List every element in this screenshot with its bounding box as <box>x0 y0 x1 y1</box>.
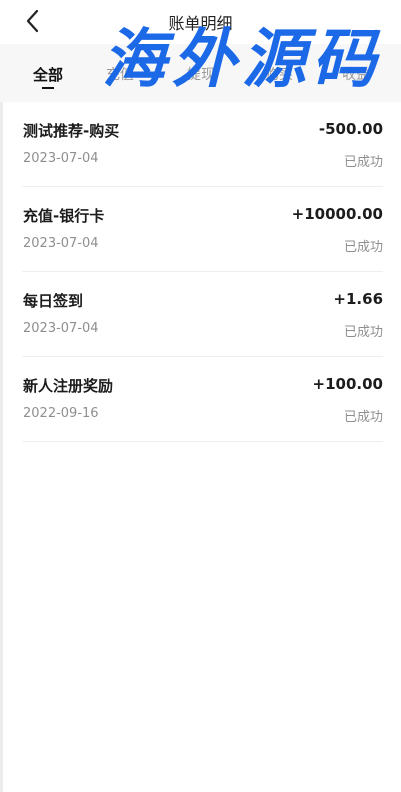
transaction-name: 新人注册奖励 <box>23 377 114 395</box>
filter-tabs: 全部 充值 提现 购买 收益 <box>0 44 401 102</box>
list-item[interactable]: 充值-银行卡 +10000.00 2023-07-04 已成功 <box>22 187 383 272</box>
list-item[interactable]: 每日签到 +1.66 2023-07-04 已成功 <box>22 272 383 357</box>
tab-withdraw[interactable]: 提现 <box>187 64 215 84</box>
tab-earnings[interactable]: 收益 <box>342 64 370 84</box>
transaction-amount: +1.66 <box>333 290 383 308</box>
transaction-name: 每日签到 <box>23 292 84 310</box>
transaction-amount: +100.00 <box>312 375 383 393</box>
transaction-amount: -500.00 <box>318 120 383 138</box>
status-badge: 已成功 <box>343 325 383 340</box>
transaction-date: 2023-07-04 <box>23 321 99 336</box>
tab-all[interactable]: 全部 <box>33 64 63 85</box>
transaction-name: 测试推荐-购买 <box>23 122 120 140</box>
transaction-amount: +10000.00 <box>291 205 383 223</box>
page-title: 账单明细 <box>168 14 233 33</box>
status-badge: 已成功 <box>343 410 383 425</box>
list-item[interactable]: 测试推荐-购买 -500.00 2023-07-04 已成功 <box>22 102 383 187</box>
transaction-date: 2022-09-16 <box>23 406 99 421</box>
transaction-name: 充值-银行卡 <box>23 207 105 225</box>
transaction-date: 2023-07-04 <box>23 151 99 166</box>
tab-active-indicator <box>42 87 54 89</box>
status-badge: 已成功 <box>343 155 383 170</box>
transaction-date: 2023-07-04 <box>23 236 99 251</box>
transaction-list: 测试推荐-购买 -500.00 2023-07-04 已成功 充值-银行卡 +1… <box>0 102 401 442</box>
list-item[interactable]: 新人注册奖励 +100.00 2022-09-16 已成功 <box>22 357 383 442</box>
tab-purchase[interactable]: 购买 <box>265 64 293 84</box>
status-badge: 已成功 <box>343 240 383 255</box>
top-bar: 账单明细 <box>0 0 401 44</box>
tab-recharge[interactable]: 充值 <box>106 64 134 84</box>
